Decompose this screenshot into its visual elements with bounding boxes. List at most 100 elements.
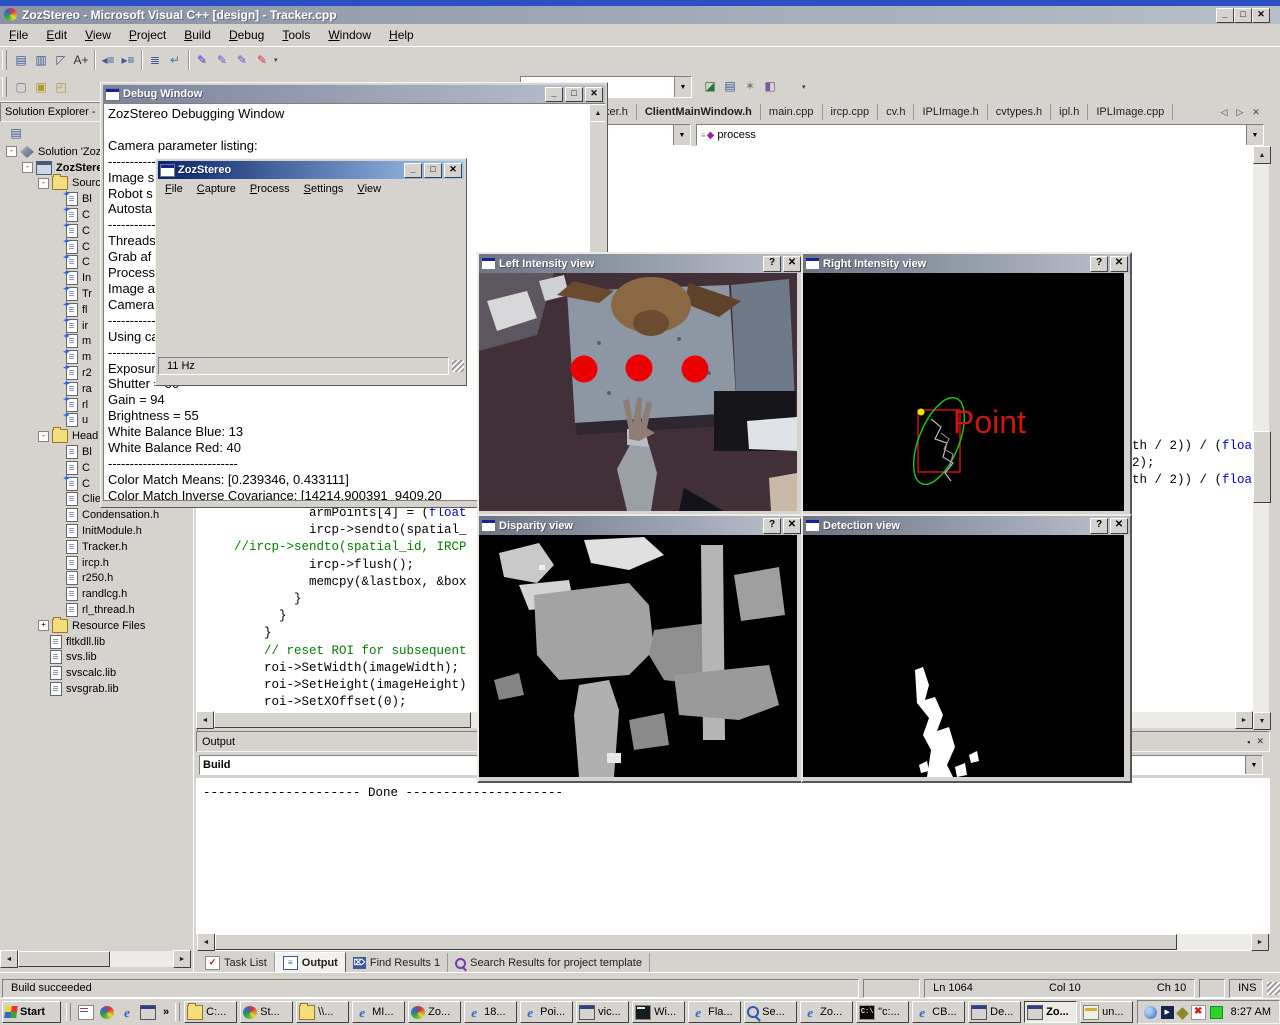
scroll-right-icon[interactable]: ►: [1235, 711, 1253, 729]
tree-item[interactable]: +Resource Files: [4, 618, 193, 634]
collapse-icon[interactable]: -: [22, 162, 33, 173]
close-button[interactable]: ✕: [585, 87, 603, 102]
start-button[interactable]: Start: [2, 1001, 61, 1023]
status-green-icon[interactable]: [1210, 1006, 1223, 1019]
list-members-icon[interactable]: ≣: [145, 50, 165, 70]
tree-item[interactable]: rl_thread.h: [4, 602, 193, 618]
taskbar-button[interactable]: Se...: [744, 1001, 797, 1023]
chevron-down-icon[interactable]: ▼: [674, 77, 691, 97]
expand-icon[interactable]: +: [38, 620, 49, 631]
network-globe-icon[interactable]: [1144, 1006, 1157, 1019]
maximize-button[interactable]: □: [565, 87, 583, 102]
property-pages-icon[interactable]: ▤: [720, 76, 740, 96]
bookmark-prev-pen-icon[interactable]: ✎: [232, 50, 252, 70]
help-button[interactable]: ?: [763, 256, 781, 272]
tree-item[interactable]: svsgrab.lib: [4, 681, 193, 697]
resize-grip[interactable]: [452, 360, 464, 372]
taskbar-button[interactable]: De...: [968, 1001, 1021, 1023]
new-window-icon[interactable]: ▥: [31, 50, 51, 70]
minimize-button[interactable]: _: [404, 163, 422, 178]
output-hscrollbar[interactable]: ◄ ►: [197, 934, 1269, 950]
toolbar-overflow-arrow[interactable]: ▾: [274, 56, 278, 64]
help-button[interactable]: ?: [1090, 256, 1108, 272]
taskbar-button[interactable]: \\...: [296, 1001, 349, 1023]
scroll-left-icon[interactable]: ◄: [196, 711, 214, 729]
error-x-icon[interactable]: ✖: [1191, 1005, 1206, 1020]
scroll-left-icon[interactable]: ◄: [0, 950, 18, 968]
taskbar-button[interactable]: vic...: [576, 1001, 629, 1023]
toolbar-overflow-arrow-2[interactable]: ▾: [802, 83, 806, 91]
menu-debug[interactable]: Debug: [220, 25, 273, 45]
menu-view[interactable]: View: [76, 25, 120, 45]
file-tab[interactable]: ClientMainWindow.h: [637, 104, 761, 120]
output-tab[interactable]: Search Results for project template: [448, 953, 650, 973]
taskbar-button[interactable]: eFla...: [688, 1001, 741, 1023]
toolbar-grip-2[interactable]: [2, 77, 7, 97]
show-desktop-icon[interactable]: [78, 1005, 94, 1020]
clear-bookmarks-pen-icon[interactable]: ✎: [252, 50, 272, 70]
msdev-icon[interactable]: [100, 1006, 114, 1019]
tree-item[interactable]: fltkdll.lib: [4, 634, 193, 650]
tab-scroll-left-icon[interactable]: ◁: [1216, 105, 1232, 119]
zoz-menu-view[interactable]: View: [350, 181, 388, 197]
left-intensity-titlebar[interactable]: Left Intensity view ? ✕: [479, 254, 803, 273]
tree-item[interactable]: r250.h: [4, 571, 193, 587]
zoz-menu-settings[interactable]: Settings: [297, 181, 351, 197]
resize-grip[interactable]: [1267, 982, 1280, 995]
taskbar-button[interactable]: eCB...: [912, 1001, 965, 1023]
collapse-icon[interactable]: -: [6, 146, 17, 157]
bookmark-pen-icon[interactable]: ✎: [192, 50, 212, 70]
close-icon[interactable]: ✕: [1256, 736, 1264, 747]
maximize-button[interactable]: □: [424, 163, 442, 178]
zoz-menu-file[interactable]: File: [158, 181, 190, 197]
window-layout-icon[interactable]: ◧: [760, 76, 780, 96]
file-tab[interactable]: ircp.cpp: [823, 104, 879, 120]
menu-build[interactable]: Build: [175, 25, 220, 45]
collapse-icon[interactable]: -: [38, 178, 49, 189]
file-tab[interactable]: cv.h: [878, 104, 914, 120]
maximize-button[interactable]: □: [1234, 8, 1252, 23]
output-content[interactable]: --------------------- Done -------------…: [196, 778, 1270, 934]
close-button[interactable]: ✕: [1252, 8, 1270, 23]
add-item-icon[interactable]: ▣: [31, 77, 51, 97]
scroll-right-icon[interactable]: ►: [173, 950, 191, 968]
taskbar-button[interactable]: Zo...: [1024, 1001, 1077, 1023]
collapse-icon[interactable]: -: [38, 431, 49, 442]
tree-item[interactable]: svs.lib: [4, 650, 193, 666]
chevron-down-icon[interactable]: ▼: [1246, 125, 1263, 145]
menu-edit[interactable]: Edit: [37, 25, 76, 45]
bookmark-next-pen-icon[interactable]: ✎: [212, 50, 232, 70]
detection-titlebar[interactable]: Detection view ? ✕: [803, 516, 1130, 535]
scroll-left-icon[interactable]: ◄: [197, 933, 215, 951]
right-intensity-titlebar[interactable]: Right Intensity view ? ✕: [803, 254, 1130, 273]
scroll-up-icon[interactable]: ▲: [589, 104, 605, 122]
taskbar-button[interactable]: ePoi...: [520, 1001, 573, 1023]
editor-vscrollbar[interactable]: ▲ ▼: [1253, 146, 1269, 728]
file-tab[interactable]: IPLImage.cpp: [1088, 104, 1173, 120]
scroll-down-icon[interactable]: ▼: [1253, 712, 1271, 730]
media-player-icon[interactable]: ▶: [1161, 1006, 1174, 1019]
members-combo[interactable]: ≡ ◆ process ▼: [696, 124, 1264, 146]
taskbar-button[interactable]: St...: [240, 1001, 293, 1023]
tree-item[interactable]: Condensation.h: [4, 507, 193, 523]
minimize-button[interactable]: _: [545, 87, 563, 102]
solution-explorer-hscrollbar[interactable]: ◄ ►: [0, 951, 191, 967]
taskbar-button[interactable]: C:...: [184, 1001, 237, 1023]
close-button[interactable]: ✕: [783, 518, 801, 534]
toolbar-grip[interactable]: [2, 50, 7, 70]
disparity-titlebar[interactable]: Disparity view ? ✕: [479, 516, 803, 535]
internet-explorer-icon[interactable]: e: [120, 1006, 134, 1019]
menu-tools[interactable]: Tools: [273, 25, 319, 45]
tree-item[interactable]: InitModule.h: [4, 523, 193, 539]
tab-close-icon[interactable]: ✕: [1248, 105, 1264, 119]
close-button[interactable]: ✕: [444, 163, 462, 178]
tab-scroll-right-icon[interactable]: ▷: [1232, 105, 1248, 119]
font-grow-icon[interactable]: A+: [71, 50, 91, 70]
output-tab[interactable]: ✓Task List: [198, 953, 275, 973]
tree-item[interactable]: ircp.h: [4, 555, 193, 571]
indent-icon[interactable]: ▸≡: [118, 50, 138, 70]
file-tab[interactable]: ipl.h: [1051, 104, 1088, 120]
chevron-down-icon[interactable]: ▼: [1245, 756, 1262, 774]
taskbar-button[interactable]: un...: [1080, 1001, 1133, 1023]
close-button[interactable]: ✕: [1110, 256, 1128, 272]
